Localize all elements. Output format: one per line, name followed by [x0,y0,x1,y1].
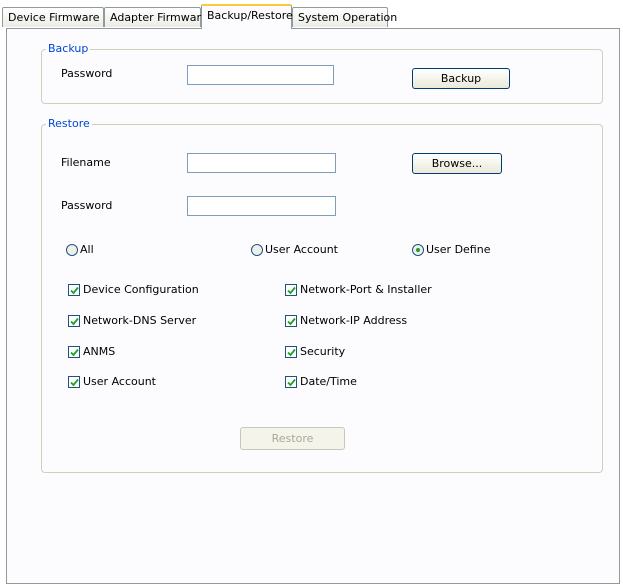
checkbox-date-time-box[interactable] [285,375,297,388]
radio-all-circle[interactable] [66,243,78,256]
radio-user-account-label: User Account [265,243,338,256]
checkbox-anms[interactable]: ANMS [68,345,115,358]
backup-password-input[interactable] [187,65,334,85]
checkbox-security[interactable]: Security [285,345,345,358]
checkbox-device-configuration[interactable]: Device Configuration [68,283,199,296]
restore-group: Restore Filename Browse... Password All … [41,117,603,473]
restore-password-input[interactable] [187,196,336,216]
checkbox-network-ip-address-label: Network-IP Address [300,314,408,327]
checkbox-security-box[interactable] [285,345,297,358]
restore-legend: Restore [46,117,92,130]
filename-input[interactable] [187,153,336,173]
radio-user-define[interactable]: User Define [412,243,490,256]
checkbox-network-port-installer-box[interactable] [285,283,297,296]
tab-panel: Backup Password Backup Restore Filename … [6,28,620,584]
radio-user-account-circle[interactable] [251,243,263,256]
checkbox-date-time-label: Date/Time [300,375,357,388]
checkbox-network-dns-server-label: Network-DNS Server [83,314,197,327]
checkbox-device-configuration-label: Device Configuration [83,283,199,296]
tab-device-firmware[interactable]: Device Firmware [2,7,104,27]
restore-password-label: Password [61,199,113,212]
backup-group: Backup Password Backup [41,42,603,104]
checkbox-network-dns-server-box[interactable] [68,314,80,327]
checkbox-network-port-installer-label: Network-Port & Installer [300,283,432,296]
checkbox-user-account-label: User Account [83,375,156,388]
radio-all[interactable]: All [66,243,94,256]
radio-user-define-label: User Define [426,243,491,256]
checkbox-date-time[interactable]: Date/Time [285,375,357,388]
radio-all-label: All [80,243,94,256]
checkbox-security-label: Security [300,345,346,358]
checkbox-device-configuration-box[interactable] [68,283,80,296]
checkbox-network-ip-address[interactable]: Network-IP Address [285,314,407,327]
tab-adapter-firmware[interactable]: Adapter Firmware [104,7,208,27]
checkbox-network-dns-server[interactable]: Network-DNS Server [68,314,196,327]
tab-system-operation[interactable]: System Operation [292,7,397,27]
checkbox-user-account[interactable]: User Account [68,375,156,388]
checkbox-anms-box[interactable] [68,345,80,358]
restore-button[interactable]: Restore [240,427,345,450]
backup-legend: Backup [46,42,91,55]
checkbox-anms-label: ANMS [83,345,116,358]
checkbox-user-account-box[interactable] [68,375,80,388]
filename-label: Filename [61,156,111,169]
checkbox-network-port-installer[interactable]: Network-Port & Installer [285,283,432,296]
backup-button[interactable]: Backup [412,68,510,89]
checkbox-network-ip-address-box[interactable] [285,314,297,327]
tab-backup-restore[interactable]: Backup/Restore [201,4,293,29]
browse-button[interactable]: Browse... [412,153,502,174]
radio-user-define-circle[interactable] [412,243,424,256]
radio-user-account[interactable]: User Account [251,243,338,256]
backup-password-label: Password [61,67,113,80]
